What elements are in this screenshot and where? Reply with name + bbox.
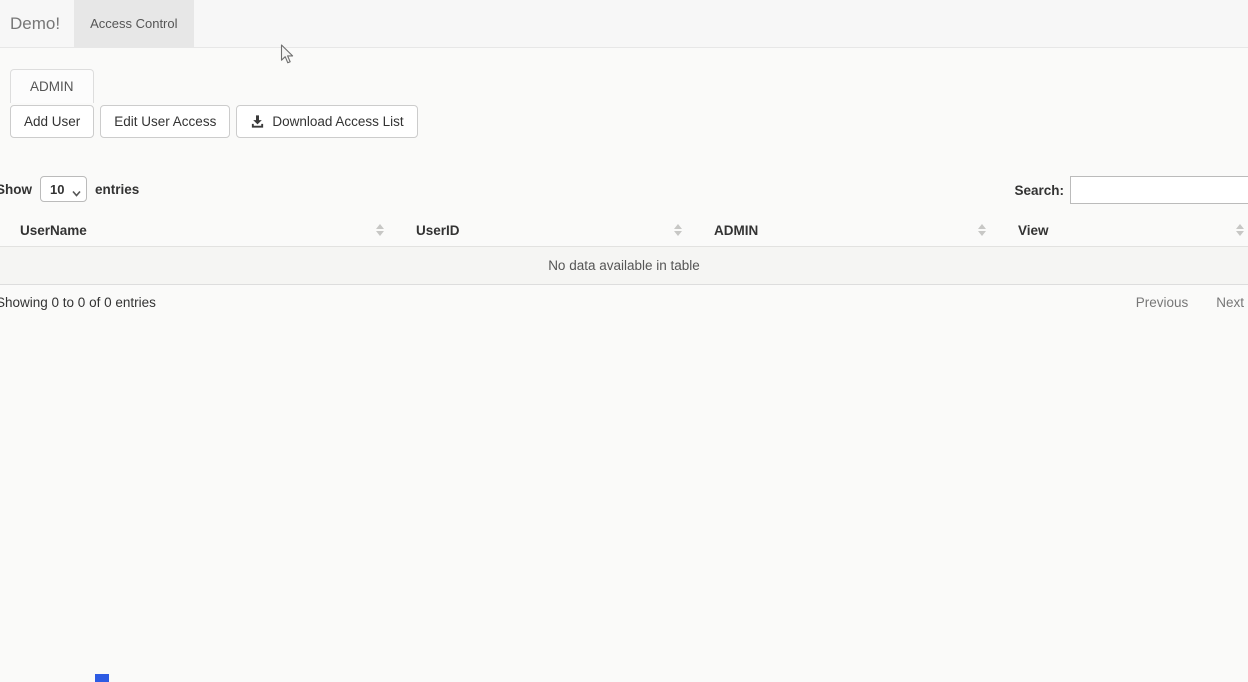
entries-label: entries — [95, 182, 139, 197]
empty-table-message: No data available in table — [0, 247, 1248, 285]
role-tabs: ADMIN — [10, 69, 94, 103]
show-label: Show — [0, 182, 32, 197]
sort-both-icon — [978, 224, 986, 236]
download-icon — [250, 114, 265, 129]
column-header-userid[interactable]: UserID — [392, 215, 690, 247]
page-length-select[interactable]: 10 — [40, 176, 87, 202]
edit-user-access-button[interactable]: Edit User Access — [100, 105, 230, 138]
column-header-username[interactable]: UserName — [0, 215, 392, 247]
nav-item-access-control[interactable]: Access Control — [74, 0, 193, 47]
edit-user-access-button-label: Edit User Access — [114, 114, 216, 129]
mouse-pointer-icon — [280, 44, 295, 71]
download-access-list-button[interactable]: Download Access List — [236, 105, 417, 138]
navbar: Demo! Access Control — [0, 0, 1248, 48]
column-header-username-label: UserName — [20, 223, 87, 238]
add-user-button-label: Add User — [24, 114, 80, 129]
previous-page-button[interactable]: Previous — [1136, 295, 1189, 310]
table-header-row: UserName UserID ADMIN View — [0, 215, 1248, 247]
toolbar: Add User Edit User Access Download Acces… — [10, 105, 418, 138]
pagination: Previous Next — [1136, 295, 1244, 310]
empty-table-row: No data available in table — [0, 247, 1248, 285]
download-access-list-button-label: Download Access List — [272, 114, 403, 129]
page-length-control: Show 10 entries — [0, 176, 139, 202]
datatable-controls: Show 10 entries Search: — [0, 176, 1248, 206]
column-header-view[interactable]: View — [994, 215, 1248, 247]
page: Demo! Access Control ADMIN Add User Edit… — [0, 0, 1248, 682]
next-page-button[interactable]: Next — [1216, 295, 1244, 310]
search-label: Search: — [1014, 183, 1064, 198]
column-header-admin[interactable]: ADMIN — [690, 215, 994, 247]
sort-both-icon — [376, 224, 384, 236]
column-header-userid-label: UserID — [416, 223, 460, 238]
navbar-brand[interactable]: Demo! — [0, 0, 74, 47]
table-info: Showing 0 to 0 of 0 entries — [0, 295, 156, 310]
search-input[interactable] — [1070, 176, 1248, 204]
page-length-select-box: 10 — [40, 176, 87, 202]
tab-admin[interactable]: ADMIN — [10, 69, 94, 103]
column-header-admin-label: ADMIN — [714, 223, 758, 238]
column-header-view-label: View — [1018, 223, 1049, 238]
sort-both-icon — [1236, 224, 1244, 236]
add-user-button[interactable]: Add User — [10, 105, 94, 138]
sort-both-icon — [674, 224, 682, 236]
search-control: Search: — [1014, 176, 1248, 204]
playback-progress-bar — [95, 674, 109, 682]
access-table: UserName UserID ADMIN View No d — [0, 215, 1248, 285]
